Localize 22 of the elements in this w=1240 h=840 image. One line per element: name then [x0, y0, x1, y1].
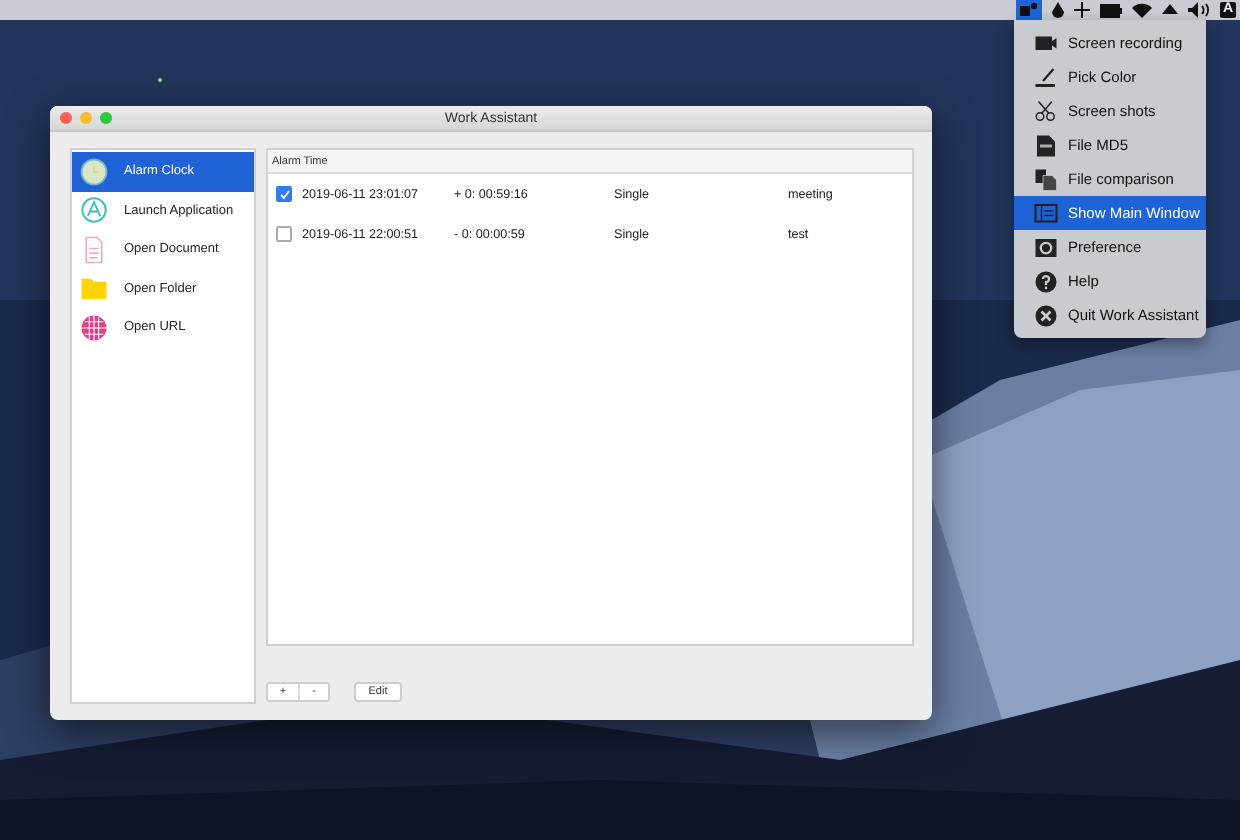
window-icon [1034, 201, 1058, 225]
camera-icon [1034, 31, 1058, 55]
move-icon[interactable] [1074, 2, 1090, 18]
document-icon [1034, 133, 1058, 157]
document-icon [80, 235, 108, 264]
close-icon [1034, 303, 1058, 327]
globe-icon [80, 313, 108, 342]
help-icon [1034, 269, 1058, 293]
checkbox[interactable] [276, 226, 292, 242]
folder-icon [80, 274, 108, 303]
battery-icon[interactable] [1100, 3, 1122, 17]
pen-icon [1034, 65, 1058, 89]
app-icon [80, 196, 108, 225]
status-icon[interactable] [1016, 0, 1042, 20]
settings-icon [1034, 235, 1058, 259]
scissors-icon [1034, 99, 1058, 123]
checkbox[interactable] [276, 186, 292, 202]
clock-icon [80, 157, 108, 186]
volume-icon[interactable] [1188, 2, 1210, 18]
documents-icon [1034, 167, 1058, 191]
drop-icon[interactable] [1052, 2, 1064, 18]
wifi-icon[interactable] [1132, 2, 1152, 18]
